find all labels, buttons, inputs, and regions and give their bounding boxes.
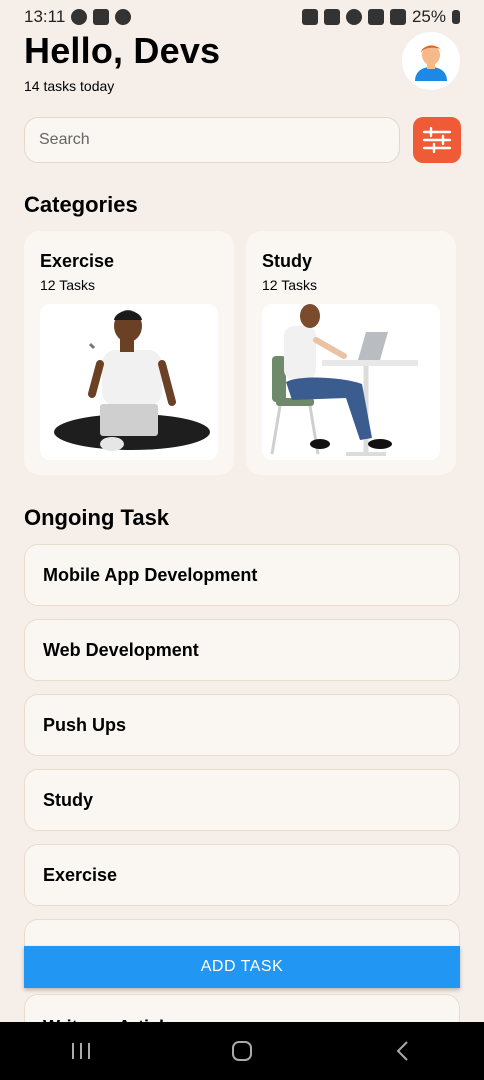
system-nav-bar [0,1022,484,1080]
do-not-disturb-icon [115,9,132,25]
person-avatar-icon [415,45,447,81]
search-input[interactable] [37,130,387,150]
task-item[interactable]: Mobile App Development [24,544,460,606]
categories-heading: Categories [24,192,138,217]
status-time: 13:11 [24,7,66,26]
task-item[interactable]: Web Development [24,619,460,681]
task-count-subtitle: 14 tasks today [24,78,115,94]
add-task-button[interactable]: ADD TASK [24,946,460,988]
status-left: 13:11 [24,7,132,27]
category-image-exercise [40,304,218,460]
whatsapp-icon [71,9,88,25]
category-name: Exercise [40,251,115,271]
filter-button[interactable] [413,117,461,163]
signal-4g-icon [389,9,406,25]
category-name: Study [262,251,313,271]
category-count: 12 Tasks [262,277,317,293]
nfc-icon [301,9,318,25]
hotspot-icon [345,9,362,25]
category-card-study[interactable]: Study 12 Tasks [246,231,456,475]
status-bar: 13:11 25% [0,0,484,34]
header: Hello, Devs 14 tasks today [24,30,220,94]
mute-icon [323,9,340,25]
page-title: Hello, Devs [24,30,221,71]
battery-level: 25% [411,7,446,26]
task-item[interactable]: Exercise [24,844,460,906]
back-icon[interactable] [391,1040,415,1062]
task-item[interactable]: Push Ups [24,694,460,756]
recent-apps-icon[interactable] [69,1041,93,1061]
ongoing-heading: Ongoing Task [24,505,170,530]
sliders-icon [422,127,452,153]
status-right: 25% [301,7,460,27]
signal-icon [367,9,384,25]
task-item[interactable]: Study [24,769,460,831]
gallery-icon [93,9,110,25]
category-card-exercise[interactable]: Exercise 12 Tasks [24,231,234,475]
category-count: 12 Tasks [40,277,95,293]
home-icon[interactable] [230,1040,254,1062]
battery-icon [452,10,460,24]
avatar[interactable] [402,32,460,90]
search-box[interactable] [24,117,400,163]
category-image-study [262,304,440,460]
